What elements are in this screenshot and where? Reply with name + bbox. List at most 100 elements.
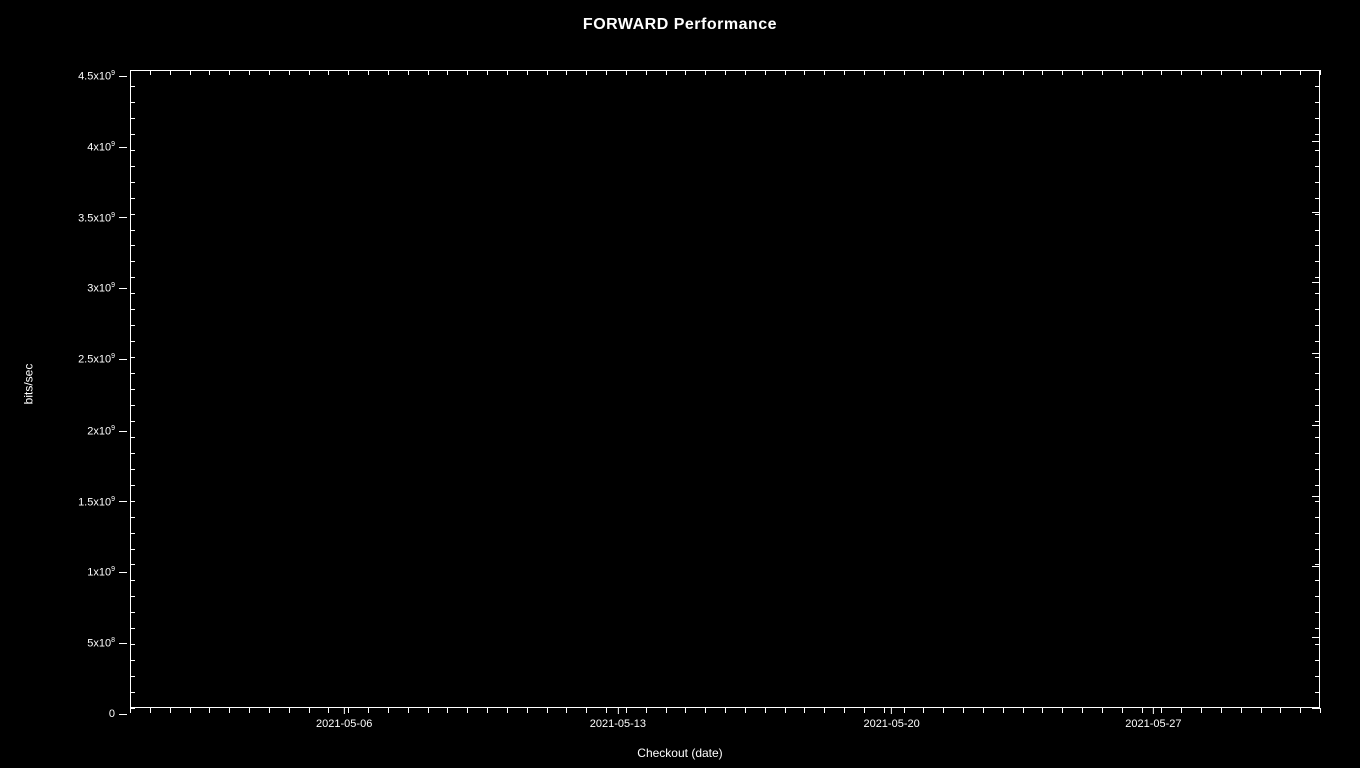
x-axis-label: Checkout (date) <box>0 746 1360 760</box>
border-tick-top <box>626 70 627 75</box>
border-tick-left <box>130 708 135 709</box>
x-tick-may20: 2021-05-20 <box>863 708 919 730</box>
y-tick-2e9: 2x109 <box>35 425 127 438</box>
y-tick-0: 0 <box>35 708 127 720</box>
border-tick-bottom <box>983 708 984 713</box>
border-tick-top <box>1161 70 1162 75</box>
y-tick-right-1e9 <box>1312 566 1320 567</box>
border-tick-top <box>923 70 924 75</box>
border-tick-top <box>309 70 310 75</box>
border-tick-left <box>130 405 135 406</box>
border-tick-bottom <box>249 708 250 713</box>
border-tick-top <box>804 70 805 75</box>
border-tick-top <box>1062 70 1063 75</box>
border-tick-top <box>566 70 567 75</box>
border-tick-top <box>646 70 647 75</box>
border-tick-bottom <box>289 708 290 713</box>
border-tick-bottom <box>1023 708 1024 713</box>
border-tick-top <box>983 70 984 75</box>
border-tick-top <box>507 70 508 75</box>
border-tick-bottom <box>209 708 210 713</box>
border-tick-left <box>130 150 135 151</box>
border-tick-bottom <box>1280 708 1281 713</box>
border-tick-top <box>666 70 667 75</box>
border-tick-right <box>1315 341 1320 342</box>
border-tick-left <box>130 277 135 278</box>
border-tick-left <box>130 421 135 422</box>
border-tick-bottom <box>467 708 468 713</box>
border-tick-right <box>1315 150 1320 151</box>
border-tick-top <box>745 70 746 75</box>
border-tick-bottom <box>1300 708 1301 713</box>
border-tick-bottom <box>685 708 686 713</box>
border-tick-top <box>904 70 905 75</box>
border-tick-bottom <box>745 708 746 713</box>
border-tick-top <box>170 70 171 75</box>
border-tick-left <box>130 389 135 390</box>
border-tick-top <box>1280 70 1281 75</box>
border-tick-right <box>1315 708 1320 709</box>
border-tick-left <box>130 230 135 231</box>
border-tick-top <box>348 70 349 75</box>
border-tick-left <box>130 134 135 135</box>
border-tick-top <box>1003 70 1004 75</box>
border-tick-bottom <box>943 708 944 713</box>
border-tick-top <box>428 70 429 75</box>
border-tick-top <box>586 70 587 75</box>
border-tick-right <box>1315 293 1320 294</box>
border-tick-right <box>1315 596 1320 597</box>
border-tick-left <box>130 341 135 342</box>
y-tick-1-5e9: 1.5x109 <box>35 496 127 509</box>
y-tick-4-5e9: 4.5x109 <box>35 70 127 83</box>
border-tick-top <box>1102 70 1103 75</box>
border-tick-top <box>1241 70 1242 75</box>
border-tick-right <box>1315 469 1320 470</box>
border-tick-bottom <box>725 708 726 713</box>
border-tick-top <box>388 70 389 75</box>
border-tick-bottom <box>1082 708 1083 713</box>
border-tick-left <box>130 596 135 597</box>
border-tick-left <box>130 166 135 167</box>
border-tick-bottom <box>1241 708 1242 713</box>
border-tick-bottom <box>666 708 667 713</box>
border-tick-bottom <box>1122 708 1123 713</box>
border-tick-left <box>130 628 135 629</box>
border-tick-left <box>130 517 135 518</box>
border-tick-bottom <box>1042 708 1043 713</box>
border-tick-bottom <box>428 708 429 713</box>
border-tick-right <box>1315 676 1320 677</box>
border-tick-right <box>1315 134 1320 135</box>
border-tick-top <box>487 70 488 75</box>
x-tick-may06: 2021-05-06 <box>316 708 372 730</box>
border-tick-right <box>1315 533 1320 534</box>
border-tick-top <box>547 70 548 75</box>
border-tick-bottom <box>1221 708 1222 713</box>
border-tick-right <box>1315 230 1320 231</box>
border-tick-top <box>824 70 825 75</box>
border-tick-right <box>1315 644 1320 645</box>
y-tick-1e9: 1x109 <box>35 566 127 579</box>
border-tick-top <box>1201 70 1202 75</box>
border-tick-top <box>447 70 448 75</box>
border-tick-right <box>1315 564 1320 565</box>
border-tick-left <box>130 357 135 358</box>
border-tick-bottom <box>963 708 964 713</box>
border-tick-top <box>1221 70 1222 75</box>
border-tick-right <box>1315 245 1320 246</box>
border-tick-right <box>1315 628 1320 629</box>
y-tick-5e8: 5x108 <box>35 637 127 650</box>
x-tick-may27: 2021-05-27 <box>1125 708 1181 730</box>
border-tick-left <box>130 198 135 199</box>
y-axis-label: bits/sec <box>21 364 35 405</box>
border-tick-bottom <box>229 708 230 713</box>
border-tick-left <box>130 644 135 645</box>
border-tick-top <box>606 70 607 75</box>
y-tick-2-5e9: 2.5x109 <box>35 353 127 366</box>
border-tick-left <box>130 469 135 470</box>
border-tick-right <box>1315 166 1320 167</box>
border-tick-right <box>1315 198 1320 199</box>
border-tick-left <box>130 309 135 310</box>
y-tick-right-3-5e9 <box>1312 212 1320 213</box>
border-tick-top <box>1122 70 1123 75</box>
border-tick-right <box>1315 261 1320 262</box>
